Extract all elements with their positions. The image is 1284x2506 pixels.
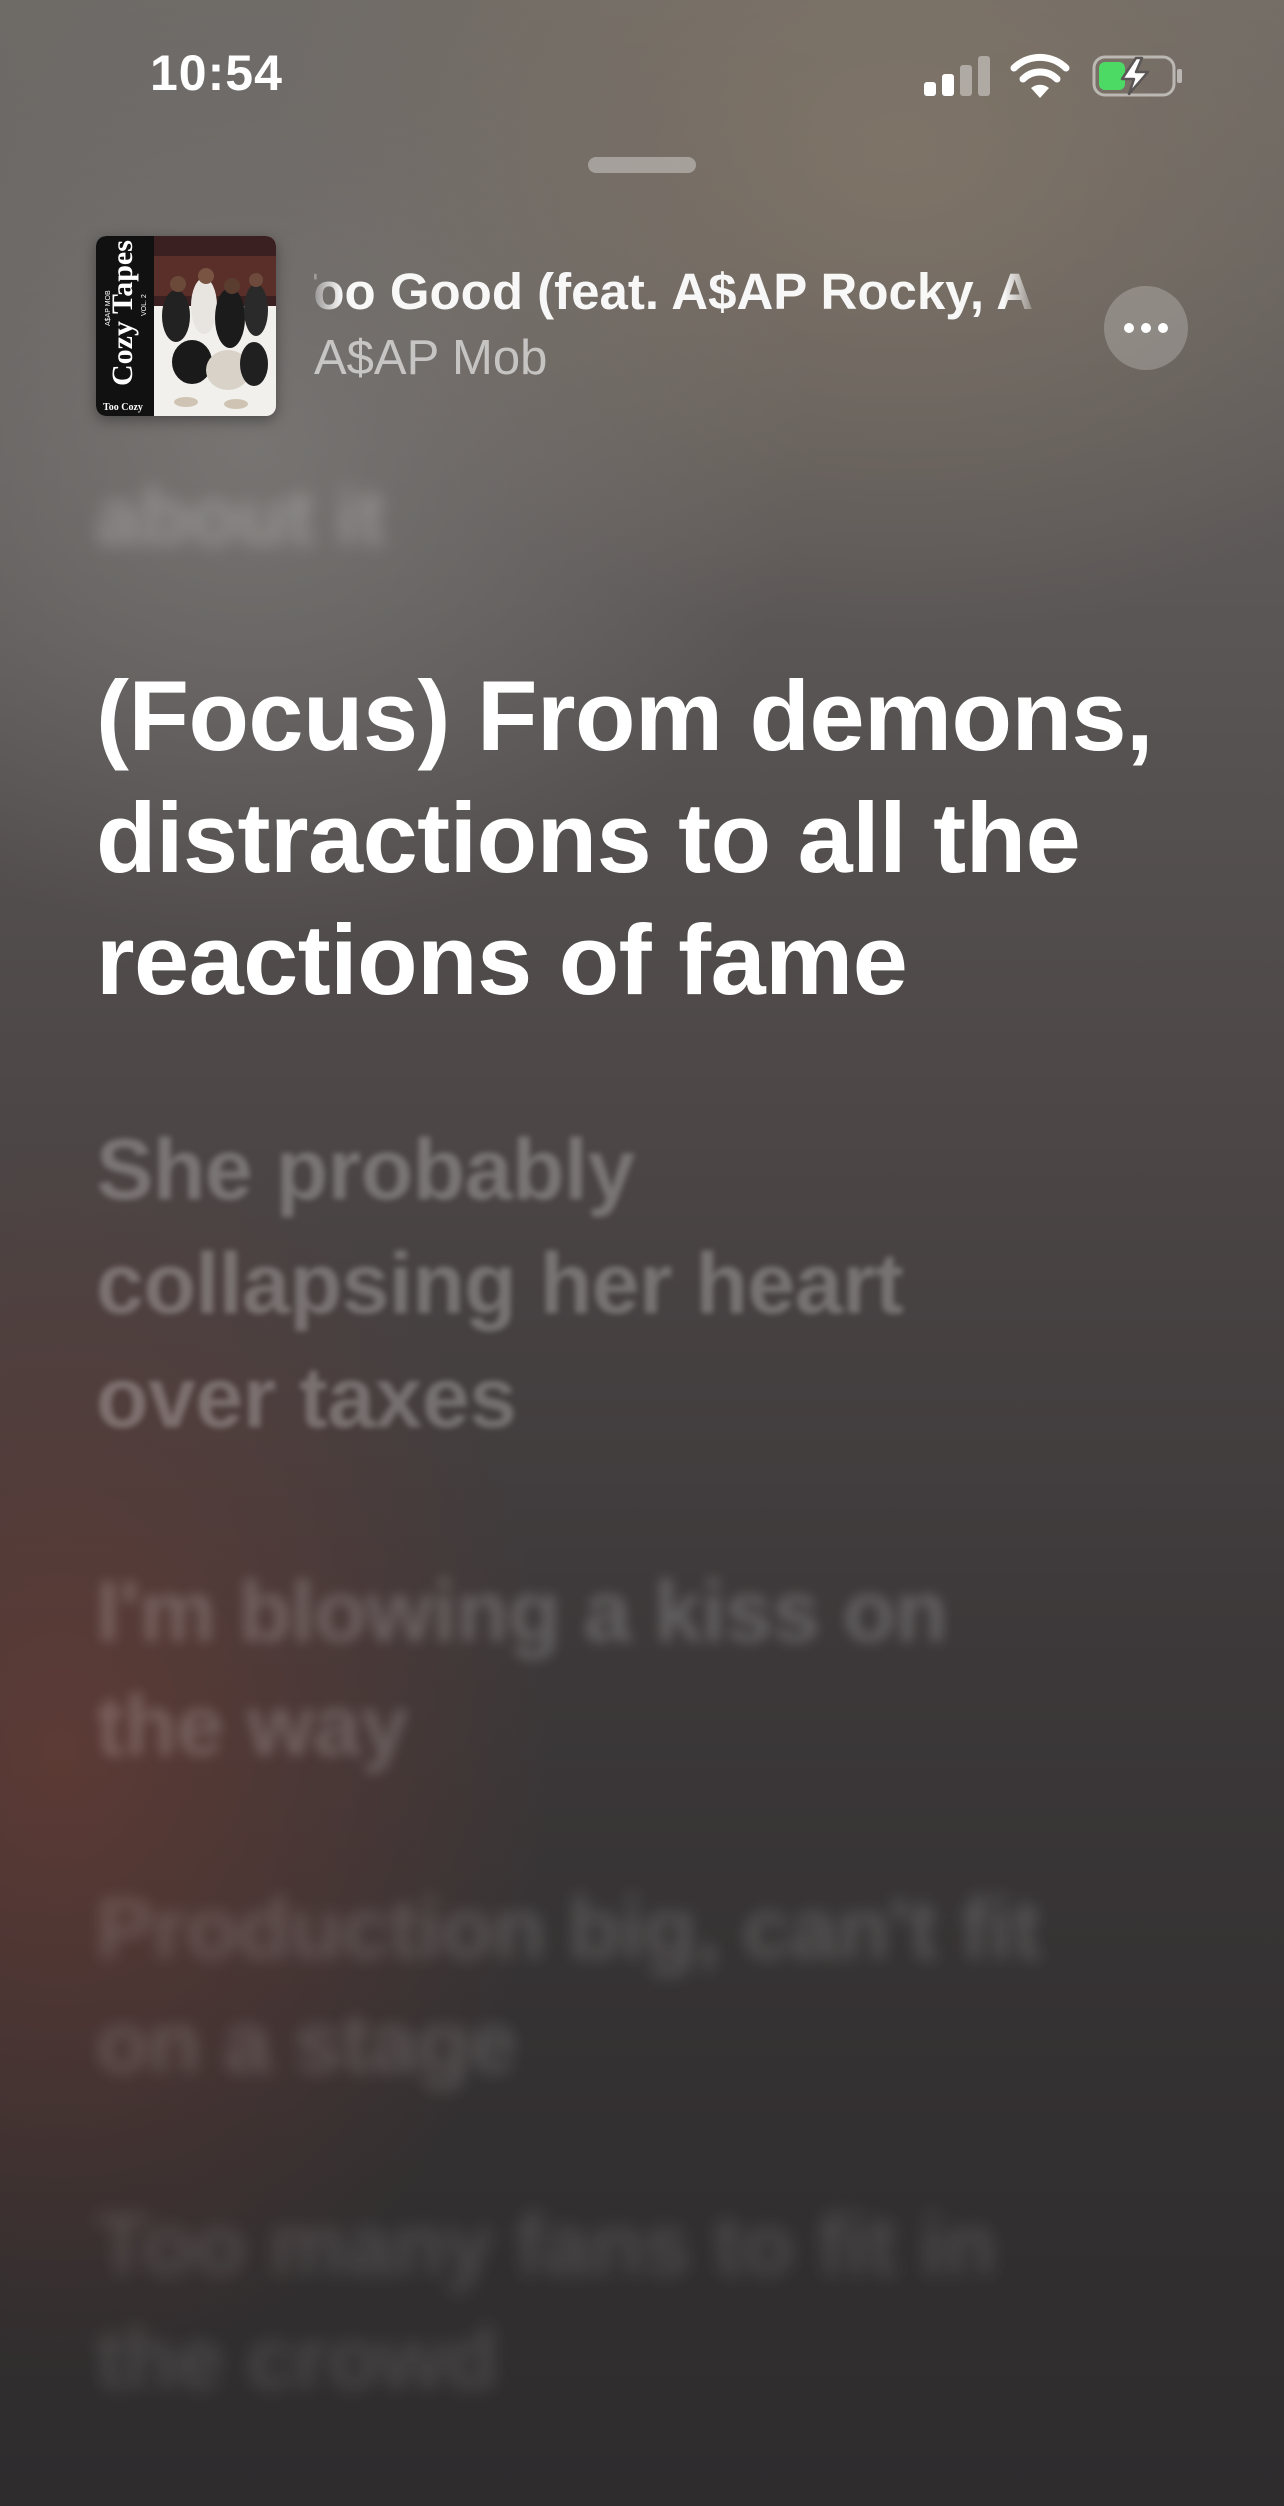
- lyric-line-upcoming[interactable]: I'm blowing a kiss on the way: [96, 1555, 1056, 1783]
- ellipsis-icon: [1141, 323, 1151, 333]
- artwork-caption-text: Too Cozy: [103, 402, 143, 413]
- lyric-line-current[interactable]: (Focus) From demons, distractions to all…: [96, 655, 1196, 1021]
- lyric-line-upcoming[interactable]: Too many fans to fit in the crowd: [96, 2188, 1096, 2416]
- artwork-brand-text: A$AP MOB: [105, 290, 112, 326]
- status-bar: 10:54: [0, 0, 1284, 150]
- ellipsis-icon: [1158, 323, 1168, 333]
- ellipsis-icon: [1124, 323, 1134, 333]
- now-playing-header: Cozy Tapes A$AP MOB VOL. 2 Too Cozy Too …: [0, 230, 1284, 430]
- lyric-line-upcoming[interactable]: She probably collapsing her heart over t…: [96, 1113, 996, 1455]
- album-artwork[interactable]: Cozy Tapes A$AP MOB VOL. 2 Too Cozy: [96, 236, 276, 416]
- lyric-line-upcoming[interactable]: Production big, can't fit on a stage: [96, 1872, 1056, 2100]
- song-title-marquee[interactable]: Too Good (feat. A$AP Rocky, A$AP: [314, 262, 1034, 326]
- sheet-grabber-handle[interactable]: [588, 157, 696, 173]
- artwork-volume-text: VOL. 2: [141, 294, 148, 316]
- song-title: Too Good (feat. A$AP Rocky, A$AP: [314, 263, 1034, 320]
- battery-charging-icon: [1092, 55, 1182, 97]
- artist-name[interactable]: A$AP Mob: [314, 330, 547, 386]
- cellular-signal-icon: [924, 56, 990, 96]
- status-time: 10:54: [150, 45, 283, 101]
- wifi-icon: [1010, 53, 1070, 98]
- more-options-button[interactable]: [1104, 286, 1188, 370]
- lyric-line-previous[interactable]: about it: [96, 462, 1196, 572]
